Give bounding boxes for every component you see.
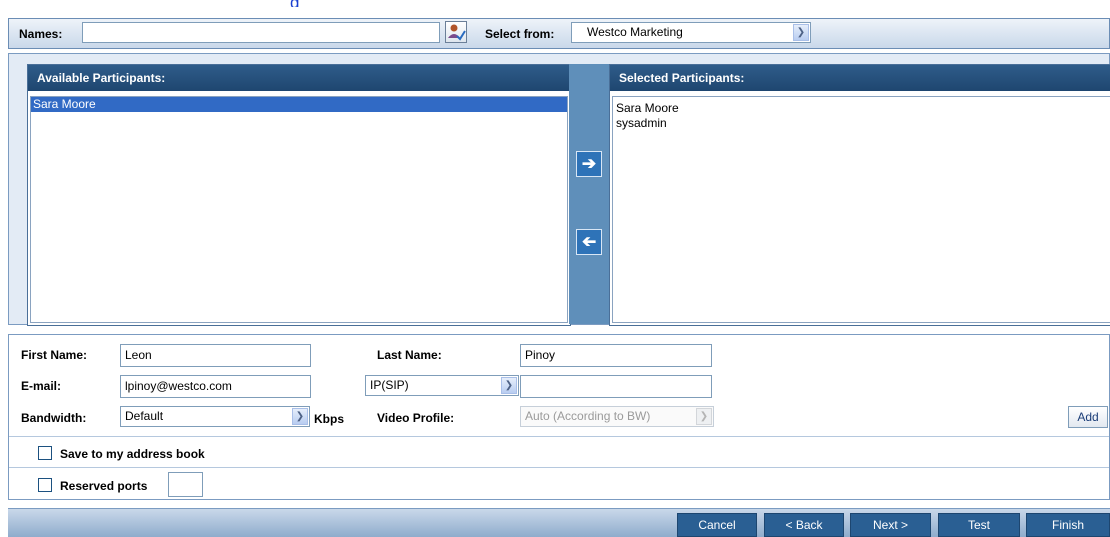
back-button[interactable]: < Back — [764, 513, 844, 537]
select-from-dropdown[interactable]: Westco Marketing ❯ — [571, 22, 811, 43]
wizard-nav-bar: Cancel < Back Next > Test Finish — [8, 508, 1110, 537]
bandwidth-value: Default — [125, 409, 164, 423]
next-button[interactable]: Next > — [850, 513, 931, 537]
email-field[interactable]: lpinoy@westco.com — [120, 375, 311, 398]
last-name-label: Last Name: — [377, 348, 442, 362]
add-button[interactable]: Add — [1068, 406, 1108, 428]
cancel-button[interactable]: Cancel — [677, 513, 757, 537]
select-from-label: Select from: — [485, 27, 555, 41]
chevron-down-icon: ❯ — [793, 24, 809, 41]
first-name-label: First Name: — [21, 348, 88, 362]
divider — [9, 467, 1109, 468]
address-field[interactable] — [520, 375, 712, 398]
divider — [9, 436, 1109, 437]
page-heading: g — [290, 0, 299, 7]
first-name-field[interactable]: Leon — [120, 344, 311, 367]
reserved-ports-checkbox[interactable] — [38, 478, 52, 492]
list-item[interactable]: sysadmin — [613, 116, 1110, 131]
arrow-right-icon: ➔ — [581, 154, 597, 173]
save-address-book-label: Save to my address book — [60, 447, 205, 461]
selected-participants-list[interactable]: Sara Moore sysadmin — [612, 96, 1110, 323]
address-book-icon — [448, 24, 466, 41]
video-profile-dropdown[interactable]: Auto (According to BW) ❯ — [520, 406, 714, 427]
move-right-button[interactable]: ➔ — [576, 151, 602, 177]
reserved-ports-input[interactable] — [168, 472, 203, 497]
list-item[interactable]: Sara Moore — [613, 101, 1110, 116]
video-profile-label: Video Profile: — [377, 411, 455, 425]
available-participants-panel: Available Participants: Sara Moore — [27, 64, 571, 326]
finish-button[interactable]: Finish — [1026, 513, 1110, 537]
save-address-book-checkbox[interactable] — [38, 446, 52, 460]
reserved-ports-label: Reserved ports — [60, 479, 148, 493]
protocol-dropdown[interactable]: IP(SIP) ❯ — [365, 375, 519, 396]
list-item[interactable]: Sara Moore — [31, 97, 567, 112]
bandwidth-label: Bandwidth: — [21, 411, 87, 425]
bandwidth-dropdown[interactable]: Default ❯ — [120, 406, 310, 427]
chevron-down-icon: ❯ — [696, 408, 712, 425]
top-toolbar: Names: Select from: Westco Marketing ❯ — [8, 18, 1110, 49]
available-participants-list[interactable]: Sara Moore — [30, 96, 568, 323]
names-input[interactable] — [82, 22, 440, 43]
email-label: E-mail: — [21, 379, 62, 393]
transfer-controls: ➔ ➔ — [569, 64, 609, 324]
participants-area: Available Participants: Sara Moore ➔ ➔ S… — [8, 53, 1110, 326]
chevron-down-icon: ❯ — [501, 377, 517, 394]
participant-details-form: First Name: Leon Last Name: Pinoy E-mail… — [8, 334, 1110, 500]
select-from-value: Westco Marketing — [587, 25, 683, 39]
chevron-down-icon: ❯ — [292, 408, 308, 425]
names-label: Names: — [19, 27, 63, 41]
video-profile-value: Auto (According to BW) — [525, 409, 651, 423]
arrow-left-icon: ➔ — [581, 232, 597, 251]
address-book-button[interactable] — [445, 21, 467, 43]
protocol-value: IP(SIP) — [370, 378, 409, 392]
selected-participants-panel: Selected Participants: Sara Moore sysadm… — [609, 64, 1110, 326]
test-button[interactable]: Test — [938, 513, 1020, 537]
selected-participants-title: Selected Participants: — [610, 65, 1110, 91]
move-left-button[interactable]: ➔ — [576, 229, 602, 255]
available-participants-title: Available Participants: — [28, 65, 570, 91]
last-name-field[interactable]: Pinoy — [520, 344, 712, 367]
kbps-label: Kbps — [314, 412, 344, 426]
